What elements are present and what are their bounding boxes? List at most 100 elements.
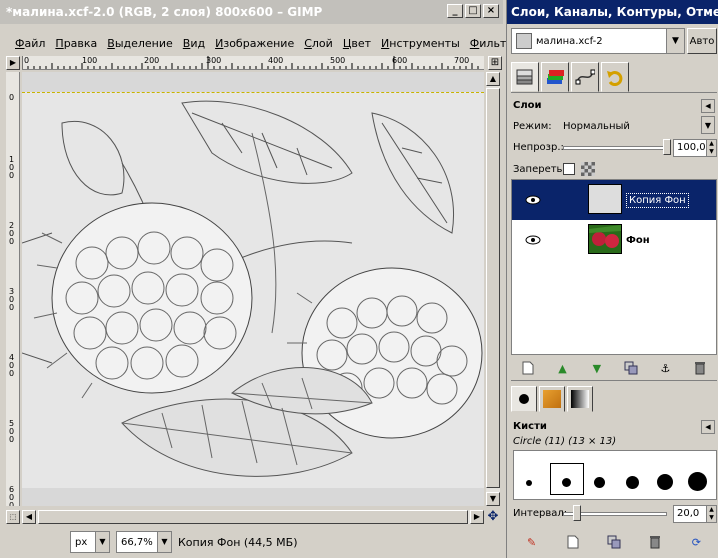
navigate-button[interactable]: ⊞ — [488, 56, 502, 70]
dock-titlebar[interactable]: Слои, Каналы, Контуры, Отмени... — [507, 0, 718, 24]
tab-paths[interactable] — [571, 62, 599, 92]
anchor-layer-icon[interactable]: ⚓ — [657, 360, 673, 376]
statusbar: px ▼ 66,7% ▼ Копия Фон (44,5 МБ) — [0, 526, 503, 558]
horizontal-scrollbar[interactable]: ◀ ▶ — [22, 510, 484, 524]
paths-icon — [575, 69, 595, 85]
layer-row[interactable]: Копия Фон — [512, 180, 716, 220]
interval-spinbox[interactable]: 20,0 ▲ ▼ — [673, 505, 717, 523]
menu-tools[interactable]: Инструменты — [376, 37, 465, 50]
window-title: *малина.xcf-2.0 (RGB, 2 слоя) 800x600 – … — [6, 5, 323, 19]
navigate-icon[interactable]: ✥ — [486, 510, 500, 524]
brushes-button-row: ✎ ⟳ — [511, 532, 717, 552]
dock-tabs — [511, 62, 629, 92]
menu-edit[interactable]: Правка — [50, 37, 102, 50]
menu-arrow-button[interactable]: ▶ — [6, 56, 20, 70]
layers-panel-menu-button[interactable]: ◀ — [701, 99, 715, 113]
resource-tabs — [511, 386, 593, 412]
brush-grid[interactable] — [513, 450, 717, 500]
opacity-slider-handle[interactable] — [663, 139, 671, 155]
tab-undo[interactable] — [601, 62, 629, 92]
spin-arrows-icon[interactable]: ▲ ▼ — [706, 506, 716, 522]
menu-file[interactable]: Файл — [10, 37, 50, 50]
opacity-value: 100,0 — [677, 142, 706, 153]
maximize-button[interactable]: □ — [465, 4, 481, 18]
ruler-label: 300 — [9, 287, 15, 312]
tab-patterns[interactable] — [539, 386, 565, 412]
zoom-select[interactable]: 66,7% ▼ — [116, 531, 172, 553]
brush-item[interactable] — [562, 478, 571, 487]
menu-layer[interactable]: Слой — [299, 37, 338, 50]
tab-layers[interactable] — [511, 62, 539, 92]
duplicate-layer-icon[interactable] — [623, 360, 639, 376]
close-button[interactable]: × — [483, 4, 499, 18]
menubar: Файл Правка Выделение Вид Изображение Сл… — [0, 34, 522, 52]
raspberry-image — [22, 92, 484, 488]
brush-item[interactable] — [688, 472, 707, 491]
vertical-ruler: 0 100 200 300 400 500 600 — [6, 72, 20, 506]
layer-row[interactable]: Фон — [512, 220, 716, 260]
brush-item[interactable] — [594, 477, 605, 488]
image-window: *малина.xcf-2.0 (RGB, 2 слоя) 800x600 – … — [0, 0, 522, 558]
scroll-right-button[interactable]: ▶ — [470, 510, 484, 524]
ruler-label: 400 — [9, 353, 15, 378]
opacity-spinbox[interactable]: 100,0 ▲ ▼ — [673, 139, 717, 157]
mode-value: Нормальный — [563, 120, 630, 132]
minimize-button[interactable]: _ — [447, 4, 463, 18]
brush-item[interactable] — [626, 476, 639, 489]
scroll-up-button[interactable]: ▲ — [486, 72, 500, 86]
image-select[interactable]: малина.xcf-2 ▼ — [511, 28, 685, 54]
eye-icon[interactable] — [524, 234, 542, 246]
ruler-label: 500 — [9, 419, 15, 444]
new-brush-icon[interactable] — [565, 534, 581, 550]
delete-layer-icon[interactable] — [692, 360, 708, 376]
lock-alpha-icon[interactable] — [581, 162, 595, 176]
ruler-label: 400 — [268, 56, 284, 65]
tab-gradients[interactable] — [567, 386, 593, 412]
spin-arrows-icon[interactable]: ▲ ▼ — [706, 140, 716, 156]
brush-item[interactable] — [526, 480, 532, 486]
menu-image[interactable]: Изображение — [210, 37, 299, 50]
vertical-scroll-thumb[interactable] — [486, 88, 500, 488]
ruler-label: 600 — [9, 485, 15, 507]
horizontal-scroll-thumb[interactable] — [38, 510, 468, 524]
interval-slider-handle[interactable] — [573, 505, 581, 521]
interval-value: 20,0 — [677, 508, 700, 519]
refresh-brushes-icon[interactable]: ⟳ — [688, 534, 704, 550]
tabs-divider — [511, 92, 717, 93]
image-thumbnail — [516, 33, 532, 49]
lock-pixels-checkbox[interactable] — [563, 163, 575, 175]
interval-label: Интервал: — [513, 508, 568, 519]
eye-icon[interactable] — [524, 194, 542, 206]
unit-value: px — [75, 536, 88, 548]
tab-brushes[interactable] — [511, 386, 537, 412]
zoom-value: 66,7% — [121, 536, 153, 548]
brushes-panel-menu-button[interactable]: ◀ — [701, 420, 715, 434]
tab-channels[interactable] — [541, 62, 569, 92]
menu-view[interactable]: Вид — [178, 37, 210, 50]
image-window-titlebar[interactable]: *малина.xcf-2.0 (RGB, 2 слоя) 800x600 – … — [0, 0, 503, 24]
lower-layer-icon[interactable]: ▼ — [589, 360, 605, 376]
auto-button[interactable]: Авто — [687, 28, 717, 54]
image-canvas[interactable] — [22, 72, 484, 506]
mode-select[interactable]: Нормальный ▼ — [559, 116, 715, 136]
new-layer-icon[interactable] — [520, 360, 536, 376]
dock-title: Слои, Каналы, Контуры, Отмени... — [511, 5, 718, 19]
edit-brush-icon[interactable]: ✎ — [524, 534, 540, 550]
layers-button-row: ▲ ▼ ⚓ — [511, 358, 717, 378]
brush-icon — [519, 394, 529, 404]
raise-layer-icon[interactable]: ▲ — [554, 360, 570, 376]
delete-brush-icon[interactable] — [647, 534, 663, 550]
duplicate-brush-icon[interactable] — [606, 534, 622, 550]
vertical-scrollbar[interactable]: ▲ ▼ — [486, 72, 500, 506]
opacity-slider-track[interactable] — [563, 146, 667, 150]
quick-mask-button[interactable]: ⬚ — [6, 510, 20, 524]
brush-name: Circle (11) (13 × 13) — [513, 436, 617, 447]
scroll-down-button[interactable]: ▼ — [486, 492, 500, 506]
unit-select[interactable]: px ▼ — [70, 531, 110, 553]
channels-icon — [547, 70, 564, 84]
brush-item[interactable] — [657, 474, 673, 490]
menu-select[interactable]: Выделение — [102, 37, 178, 50]
ruler-label: 200 — [144, 56, 160, 65]
menu-colors[interactable]: Цвет — [338, 37, 376, 50]
scroll-left-button[interactable]: ◀ — [22, 510, 36, 524]
